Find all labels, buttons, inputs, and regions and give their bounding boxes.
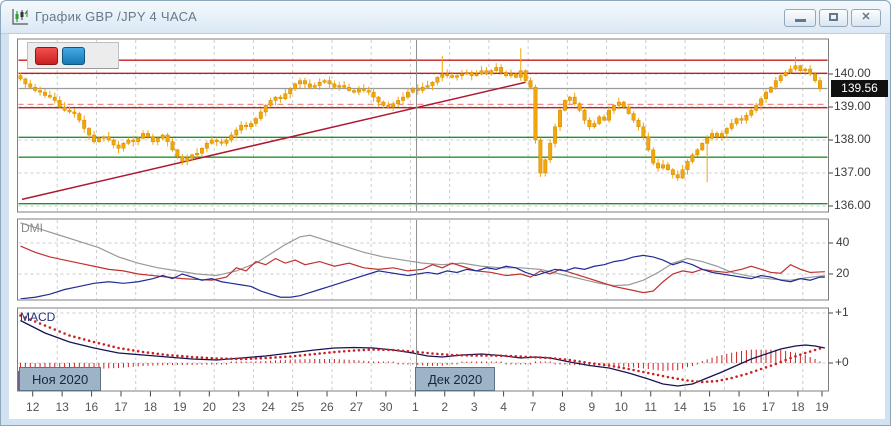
x-axis-label: 2 bbox=[432, 400, 458, 414]
indicator-toolbar bbox=[27, 42, 119, 69]
x-axis-label: 7 bbox=[520, 400, 546, 414]
price-axis-label: 136.00 bbox=[834, 198, 871, 212]
price-axis-label: 137.00 bbox=[834, 165, 871, 179]
x-axis-label: 23 bbox=[226, 400, 252, 414]
x-axis-label: 9 bbox=[579, 400, 605, 414]
x-axis-label: 14 bbox=[667, 400, 693, 414]
month-label-dec: Дек 2020 bbox=[415, 367, 495, 391]
macd-axis-label: +0 bbox=[835, 355, 849, 369]
chart-window: График GBP /JPY 4 ЧАСА ✕ DMI MACD Ноя 20… bbox=[0, 0, 891, 426]
x-axis-label: 3 bbox=[461, 400, 487, 414]
x-axis-label: 16 bbox=[726, 400, 752, 414]
dmi-panel-label: DMI bbox=[21, 221, 43, 235]
x-axis-label: 26 bbox=[314, 400, 340, 414]
x-axis-label: 8 bbox=[549, 400, 575, 414]
x-axis-label: 18 bbox=[137, 400, 163, 414]
red-marker-button[interactable] bbox=[35, 47, 58, 65]
blue-marker-button[interactable] bbox=[62, 47, 85, 65]
month-label-nov: Ноя 2020 bbox=[19, 367, 101, 391]
x-axis-label: 12 bbox=[20, 400, 46, 414]
dmi-axis-label: 20 bbox=[836, 266, 849, 280]
x-axis-label: 1 bbox=[402, 400, 428, 414]
x-axis-label: 25 bbox=[285, 400, 311, 414]
x-axis-label: 27 bbox=[343, 400, 369, 414]
macd-axis-label: +1 bbox=[835, 305, 849, 319]
x-axis-label: 10 bbox=[608, 400, 634, 414]
x-axis-label: 11 bbox=[638, 400, 664, 414]
x-axis-label: 17 bbox=[108, 400, 134, 414]
price-axis-label: 140.00 bbox=[834, 66, 871, 80]
macd-panel-label: MACD bbox=[20, 310, 55, 324]
x-axis-label: 4 bbox=[491, 400, 517, 414]
chart-canvas[interactable] bbox=[1, 1, 891, 426]
x-axis-label: 30 bbox=[373, 400, 399, 414]
x-axis-label: 13 bbox=[49, 400, 75, 414]
x-axis-label: 19 bbox=[167, 400, 193, 414]
x-axis-label: 18 bbox=[785, 400, 811, 414]
x-axis-label: 16 bbox=[79, 400, 105, 414]
x-axis-label: 17 bbox=[755, 400, 781, 414]
price-axis-label: 139.00 bbox=[834, 99, 871, 113]
price-axis-label: 138.00 bbox=[834, 132, 871, 146]
current-price-badge: 139.56 bbox=[831, 80, 888, 97]
x-axis-label: 20 bbox=[196, 400, 222, 414]
dmi-axis-label: 40 bbox=[836, 235, 849, 249]
x-axis-label: 19 bbox=[809, 400, 835, 414]
x-axis-label: 24 bbox=[255, 400, 281, 414]
x-axis-label: 15 bbox=[697, 400, 723, 414]
